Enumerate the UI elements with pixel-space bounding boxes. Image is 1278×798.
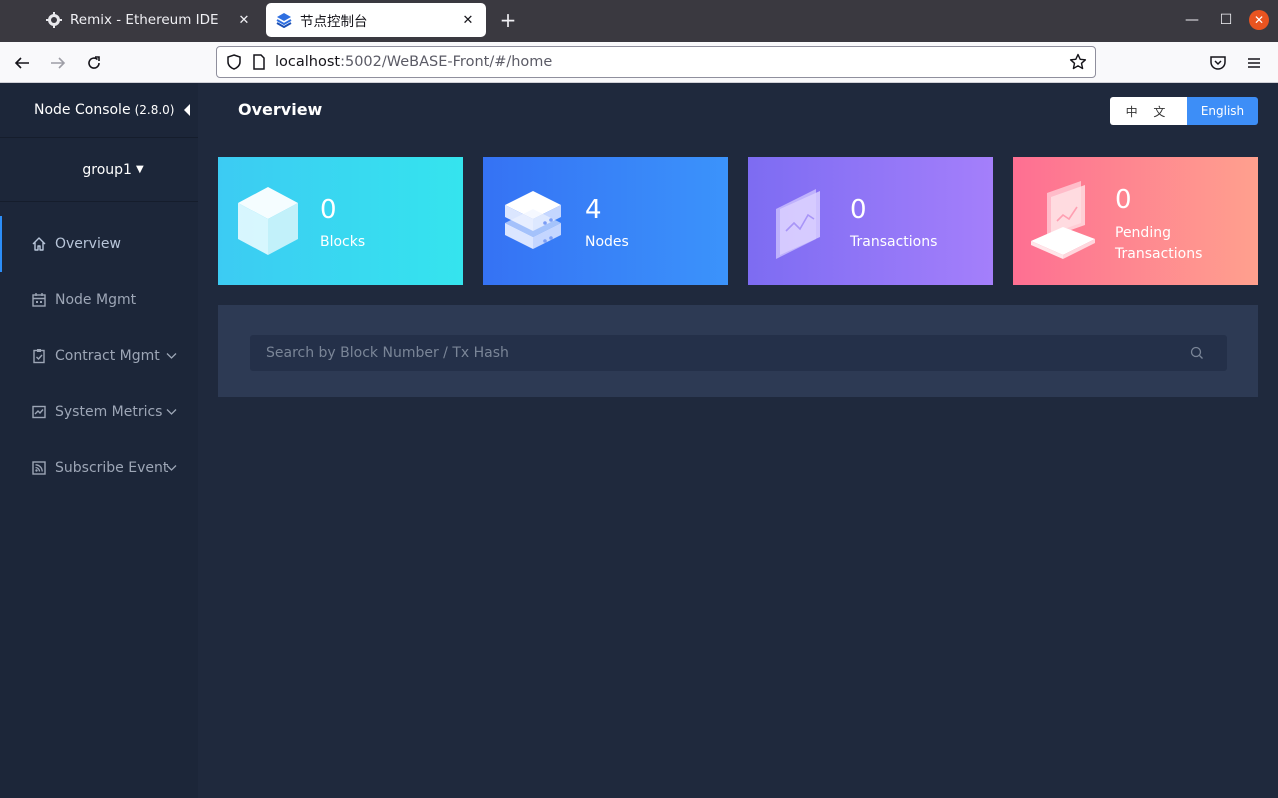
tab-node-console[interactable]: 节点控制台 ✕ (266, 3, 486, 37)
collapse-sidebar-icon[interactable] (182, 103, 192, 117)
layers-favicon-icon (276, 12, 292, 28)
sidebar-item-subscribe-event[interactable]: Subscribe Event (0, 440, 198, 496)
tab-remix[interactable]: Remix - Ethereum IDE ✕ (36, 3, 262, 37)
lang-chinese-button[interactable]: 中 文 (1110, 97, 1187, 125)
laptop-chart-icon (1031, 181, 1095, 259)
address-bar[interactable]: localhost:5002/WeBASE-Front/#/home (216, 46, 1096, 78)
caret-down-icon: ▼ (135, 164, 144, 175)
chevron-down-icon (166, 353, 177, 359)
sidebar-item-contract-mgmt[interactable]: Contract Mgmt (0, 328, 198, 384)
stat-value: 0 (1115, 185, 1132, 215)
window-close-button[interactable]: ✕ (1249, 10, 1269, 30)
reload-icon (88, 56, 100, 69)
maximize-button[interactable]: ☐ (1216, 10, 1236, 30)
monitor-chart-icon (776, 189, 820, 259)
home-icon (30, 236, 47, 253)
sidebar: Node Console (2.8.0) group1 ▼ Overview N… (0, 83, 198, 798)
browser-nav-bar: localhost:5002/WeBASE-Front/#/home (0, 42, 1278, 83)
sidebar-brand: Node Console (2.8.0) (0, 83, 198, 138)
tab-close-icon[interactable]: ✕ (460, 13, 476, 28)
search-panel (218, 305, 1258, 397)
sidebar-item-label: Contract Mgmt (55, 348, 160, 364)
language-switch: 中 文 English (1110, 97, 1258, 125)
stat-label: Nodes (585, 234, 629, 250)
rss-icon (30, 460, 47, 477)
cube-icon (238, 187, 298, 255)
back-button[interactable] (10, 51, 34, 75)
sidebar-item-label: Node Mgmt (55, 292, 137, 308)
search-icon[interactable] (1189, 345, 1205, 361)
brand-version: (2.8.0) (134, 103, 175, 117)
new-tab-button[interactable]: + (497, 9, 519, 31)
sidebar-item-system-metrics[interactable]: System Metrics (0, 384, 198, 440)
stat-label: Transactions (850, 234, 938, 250)
shield-icon[interactable] (225, 53, 243, 71)
stat-value: 4 (585, 195, 602, 225)
bookmark-star-icon[interactable] (1068, 52, 1088, 72)
tab-close-icon[interactable]: ✕ (236, 13, 252, 28)
arrow-left-icon (14, 57, 29, 69)
stat-value: 0 (320, 195, 337, 225)
clipboard-icon (30, 348, 47, 365)
calendar-icon (30, 292, 47, 309)
sidebar-item-label: Overview (55, 236, 121, 252)
sidebar-item-label: Subscribe Event (55, 460, 169, 476)
menu-button[interactable] (1242, 51, 1266, 75)
chart-icon (30, 404, 47, 421)
stat-card-blocks: 0 Blocks (218, 157, 463, 285)
stat-card-transactions: 0 Transactions (748, 157, 993, 285)
url-text[interactable]: localhost:5002/WeBASE-Front/#/home (275, 54, 1068, 70)
stat-card-pending-transactions: 0 Pending Transactions (1013, 157, 1258, 285)
forward-button[interactable] (46, 51, 70, 75)
reload-button[interactable] (82, 51, 106, 75)
stat-value: 0 (850, 195, 867, 225)
browser-tab-bar: Remix - Ethereum IDE ✕ 节点控制台 ✕ + — ☐ ✕ (0, 0, 1278, 42)
tab-title: Remix - Ethereum IDE (70, 12, 219, 28)
stat-label: Blocks (320, 234, 366, 250)
chevron-down-icon (166, 409, 177, 415)
pocket-icon (1210, 56, 1226, 70)
server-stack-icon (505, 191, 561, 249)
arrow-right-icon (51, 57, 66, 69)
brand-title: Node Console (34, 102, 131, 118)
app-root: Node Console (2.8.0) group1 ▼ Overview N… (0, 83, 1278, 798)
sidebar-item-node-mgmt[interactable]: Node Mgmt (0, 272, 198, 328)
pocket-button[interactable] (1206, 51, 1230, 75)
remix-favicon-icon (46, 12, 62, 28)
tab-title: 节点控制台 (300, 14, 368, 30)
group-label: group1 (82, 161, 132, 178)
stat-card-nodes: 4 Nodes (483, 157, 728, 285)
url-host: localhost (275, 54, 341, 70)
chevron-down-icon (166, 465, 177, 471)
hamburger-icon (1248, 58, 1260, 68)
sidebar-item-label: System Metrics (55, 404, 163, 420)
minimize-button[interactable]: — (1182, 10, 1202, 30)
sidebar-item-overview[interactable]: Overview (0, 216, 198, 272)
page-icon[interactable] (251, 53, 267, 71)
search-box (250, 335, 1227, 371)
search-input[interactable] (250, 335, 1189, 371)
url-path: :5002/WeBASE-Front/#/home (340, 54, 553, 70)
group-selector[interactable]: group1 ▼ (0, 138, 198, 202)
stat-label: Pending Transactions (1115, 225, 1203, 262)
lang-english-button[interactable]: English (1187, 97, 1258, 125)
page-title: Overview (238, 100, 323, 119)
